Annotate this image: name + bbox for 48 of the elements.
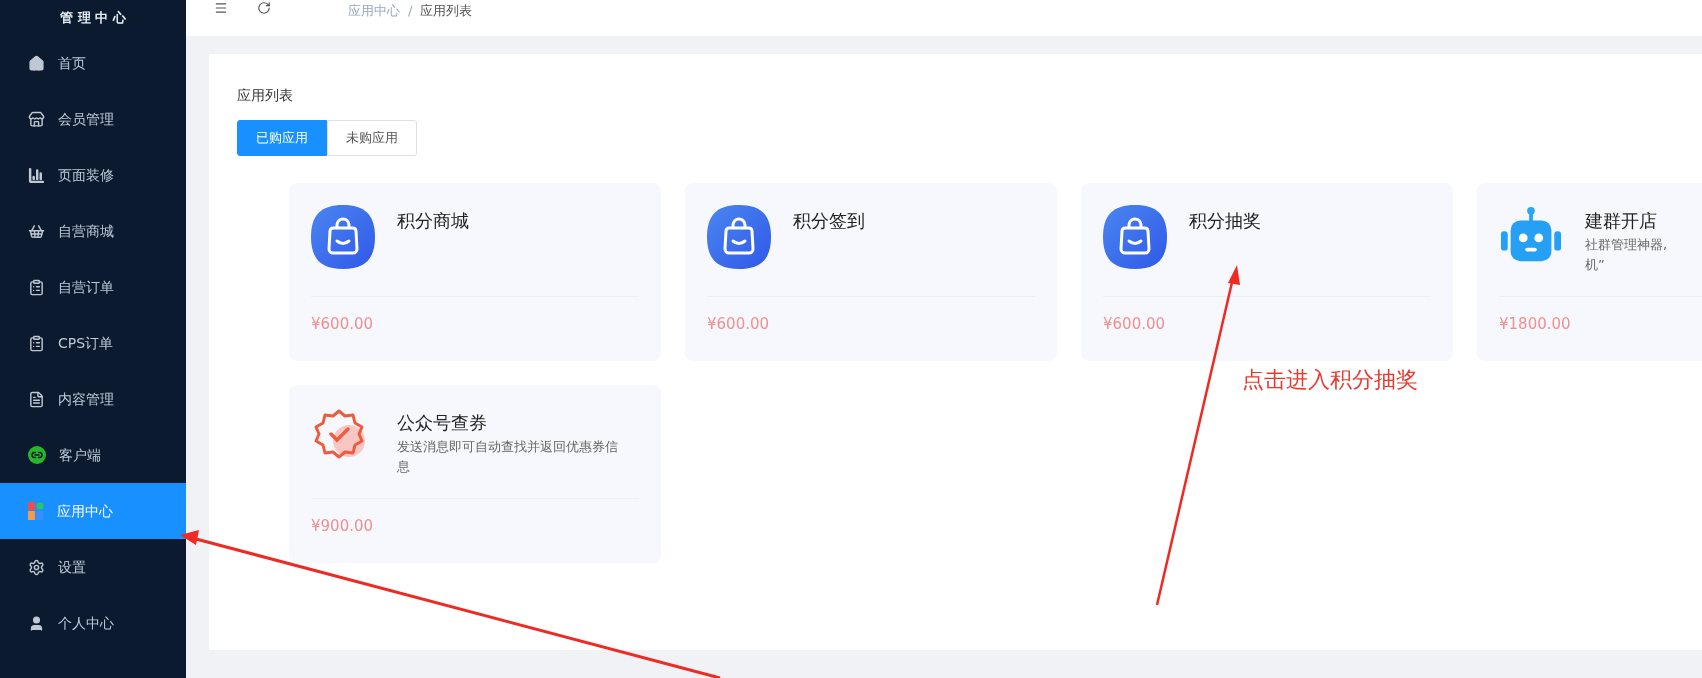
- app-name: 建群开店: [1585, 209, 1658, 233]
- app-description: 社群管理神器, 机”: [1585, 236, 1669, 274]
- tab[interactable]: 未购应用: [327, 120, 417, 156]
- breadcrumb-item: 应用列表: [420, 2, 473, 20]
- sidebar-item[interactable]: 自营商城: [0, 203, 186, 259]
- link-icon: [28, 446, 46, 464]
- sidebar-item[interactable]: 设置: [0, 539, 186, 595]
- shopping-bag-icon: [311, 205, 375, 269]
- document-icon: [28, 390, 45, 408]
- sidebar-item[interactable]: 页面装修: [0, 147, 186, 203]
- app-card[interactable]: 积分抽奖 ¥600.00: [1081, 183, 1453, 361]
- annotation-label: 点击进入积分抽奖: [1242, 366, 1418, 394]
- app-name: 积分签到: [793, 209, 865, 233]
- sidebar-item[interactable]: 客户端: [0, 427, 186, 483]
- app-price: ¥600.00: [1103, 314, 1167, 335]
- refresh-icon[interactable]: [256, 1, 272, 15]
- sidebar-title: 管 理 中 心: [60, 8, 126, 27]
- app-card[interactable]: 建群开店 社群管理神器, 机” ¥1800.00: [1477, 183, 1702, 361]
- settings-icon: [28, 558, 45, 576]
- app-card[interactable]: 积分商城 ¥600.00: [289, 183, 661, 361]
- sidebar-item[interactable]: 自营订单: [0, 259, 186, 315]
- app-price: ¥900.00: [311, 516, 375, 537]
- sidebar-item[interactable]: CPS订单: [0, 315, 186, 371]
- app-name: 积分商城: [397, 209, 469, 233]
- store-icon: [28, 110, 45, 128]
- bar-chart-icon: [28, 166, 45, 184]
- sidebar-item[interactable]: 首页: [0, 35, 186, 91]
- shopping-bag-icon: [707, 205, 771, 269]
- user-icon: [28, 614, 45, 632]
- app-name: 公众号查券: [397, 411, 488, 435]
- app-name: 积分抽奖: [1189, 209, 1261, 233]
- breadcrumb-item: /: [408, 2, 413, 20]
- clipboard-icon: [28, 278, 45, 296]
- app-card[interactable]: 积分签到 ¥600.00: [685, 183, 1057, 361]
- app-card[interactable]: 公众号查券 发送消息即可自动查找并返回优惠券信息 ¥900.00: [289, 385, 661, 563]
- shopping-bag-icon: [1103, 205, 1167, 269]
- app-description: 发送消息即可自动查找并返回优惠券信息: [397, 438, 619, 476]
- sidebar-item[interactable]: 内容管理: [0, 371, 186, 427]
- app-price: ¥1800.00: [1499, 314, 1572, 335]
- home-icon: [28, 54, 45, 72]
- sidebar-item[interactable]: 会员管理: [0, 91, 186, 147]
- basket-icon: [28, 222, 45, 240]
- app-price: ¥600.00: [311, 314, 375, 335]
- app-price: ¥600.00: [707, 314, 771, 335]
- apps-icon: [28, 502, 44, 520]
- clipboard-icon: [28, 334, 45, 352]
- sidebar-item[interactable]: 个人中心: [0, 595, 186, 651]
- panel-title: 应用列表: [237, 86, 294, 105]
